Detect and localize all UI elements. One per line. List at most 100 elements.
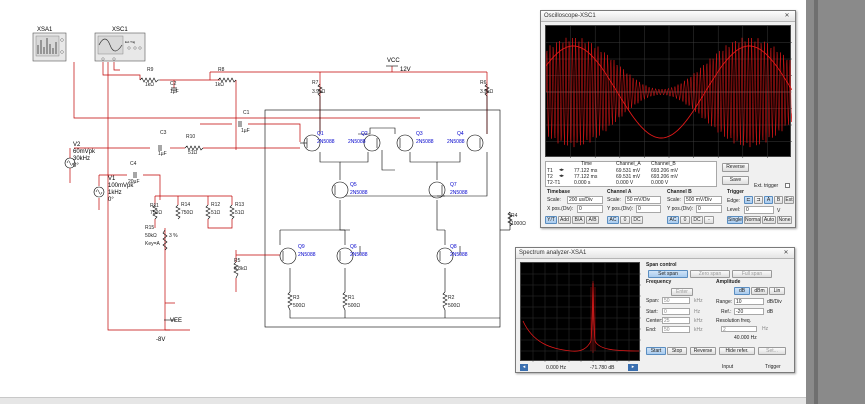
channel-b-dc-button[interactable]: DC — [691, 216, 703, 224]
close-icon[interactable]: ✕ — [779, 249, 793, 258]
q9-model: 2N5088 — [298, 252, 316, 258]
end-field[interactable]: 50 — [662, 326, 690, 333]
vee-value: -8V — [156, 337, 165, 343]
status-bar — [0, 397, 806, 404]
r6-name: R6 — [480, 80, 487, 86]
range-field[interactable]: 10 — [734, 298, 764, 305]
oscilloscope-window[interactable]: Oscilloscope-XSC1 ✕ Time Channel_A Chann… — [540, 10, 796, 228]
readout-header-b: Channel_B — [651, 161, 676, 167]
set-span-button[interactable]: Set span — [648, 270, 688, 278]
multisim-workspace: XSA1 Ext Trig XSC1 VCC 12V VEE -8V V2 60… — [0, 0, 865, 404]
q4-model: 2N5088 — [447, 139, 465, 145]
r13-name: R13 — [235, 202, 245, 208]
xpos-field[interactable]: 0 — [577, 205, 603, 213]
span-field[interactable]: 50 — [662, 297, 690, 304]
channel-b-scale-field[interactable]: 500 mV/Div — [684, 196, 722, 204]
trigger-label: Trigger — [765, 364, 781, 370]
center-field[interactable]: 25 — [662, 317, 690, 324]
q9-name: Q9 — [298, 244, 305, 250]
trigger-title: Trigger — [727, 189, 744, 195]
r15-percent: 3 % — [169, 233, 178, 239]
mode-add-button[interactable]: Add — [558, 216, 571, 224]
channel-b-ypos-field[interactable]: 0 — [696, 205, 722, 213]
channel-b-ypos-label: Y pos.(Div): — [667, 206, 694, 212]
channel-b-ac-button[interactable]: AC — [667, 216, 679, 224]
marker-arrow-icon[interactable]: ◂ — [520, 364, 528, 371]
amp-lin-button[interactable]: Lin — [769, 287, 785, 295]
q7-name: Q7 — [450, 182, 457, 188]
oscilloscope-instrument-icon[interactable]: Ext Trig — [94, 32, 146, 62]
channel-a-scale-field[interactable]: 50 mV/Div — [625, 196, 661, 204]
mode-ab-button[interactable]: A/B — [586, 216, 599, 224]
zero-span-button[interactable]: Zero span — [690, 270, 730, 278]
mode-yt-button[interactable]: Y/T — [545, 216, 557, 224]
close-icon[interactable]: ✕ — [780, 12, 794, 21]
channel-a-ac-button[interactable]: AC — [607, 216, 619, 224]
trigger-a-button[interactable]: A — [764, 196, 773, 204]
channel-a-zero-button[interactable]: 0 — [620, 216, 630, 224]
ext-trigger-icon[interactable] — [785, 183, 790, 188]
amp-dbm-button[interactable]: dBm — [751, 287, 768, 295]
q4-name: Q4 — [457, 131, 464, 137]
channel-b-invert-button[interactable]: - — [704, 216, 714, 224]
readout-header-time: Time — [581, 161, 592, 167]
mode-ba-button[interactable]: B/A — [572, 216, 585, 224]
r12-name: R12 — [211, 202, 221, 208]
r9-name: R9 — [147, 67, 154, 73]
trigger-normal-button[interactable]: Normal — [744, 216, 761, 224]
c1-value: 1µF — [241, 128, 250, 134]
v2-amplitude: 60mVpk — [73, 149, 96, 155]
source-v1[interactable] — [93, 186, 105, 198]
channel-b-title: Channel B — [667, 189, 692, 195]
spectrum-titlebar[interactable]: Spectrum analyzer-XSA1 ✕ — [516, 248, 794, 259]
reverse-button[interactable]: Reverse — [722, 163, 749, 172]
range-unit: dB/Div — [767, 299, 782, 305]
trigger-single-button[interactable]: Single — [727, 216, 743, 224]
ext-trigger-label: Ext. trigger — [754, 183, 779, 189]
marker-right-arrow-icon[interactable]: ▸ — [628, 364, 638, 371]
range-label: Range: — [716, 299, 733, 305]
hide-refer-button[interactable]: Hide refer. — [719, 347, 755, 355]
trigger-none-button[interactable]: None — [777, 216, 792, 224]
amplitude-title: Amplitude — [716, 279, 741, 285]
trigger-level-field[interactable]: 0 — [744, 206, 774, 214]
span-unit: kHz — [694, 298, 703, 304]
channel-a-ypos-field[interactable]: 0 — [636, 205, 661, 213]
enter-button[interactable]: Enter — [671, 288, 693, 296]
spectrum-reverse-button[interactable]: Reverse — [690, 347, 716, 355]
right-side-panel — [806, 0, 865, 404]
trigger-b-button[interactable]: B — [774, 196, 783, 204]
q5-name: Q5 — [350, 182, 357, 188]
trigger-auto-button[interactable]: Auto — [762, 216, 776, 224]
ref-field[interactable]: -20 — [734, 308, 764, 315]
start-button[interactable]: Start — [646, 347, 666, 355]
span-label: Span: — [646, 298, 660, 304]
stop-button[interactable]: Stop — [667, 347, 687, 355]
vcc-value: 12V — [400, 67, 411, 73]
resolution-small-field[interactable]: 2 — [721, 326, 757, 332]
start-field[interactable]: 0 — [662, 308, 690, 315]
channel-b-zero-button[interactable]: 0 — [680, 216, 690, 224]
spectrum-analyzer-window[interactable]: Spectrum analyzer-XSA1 ✕ ◂ 0.000 Hz -71.… — [515, 247, 795, 373]
full-span-button[interactable]: Full span — [732, 270, 772, 278]
t2-arrows-icon[interactable]: ◂▸ — [559, 173, 564, 179]
spectrum-analyzer-instrument-icon[interactable] — [32, 32, 67, 62]
rising-edge-icon[interactable]: ⊏ — [744, 196, 753, 204]
readout-diff-time: 0.000 s — [574, 180, 591, 186]
r4-value: 1000Ω — [511, 221, 526, 227]
r5-value: 6.8kΩ — [234, 266, 248, 272]
capacitor-symbols — [133, 87, 242, 178]
timebase-scale-field[interactable]: 200 us/Div — [567, 196, 603, 204]
falling-edge-icon[interactable]: ⊐ — [754, 196, 763, 204]
channel-b-scale-label: Scale: — [667, 197, 681, 203]
r8-value: 1kΩ — [215, 82, 225, 88]
c4-value: 20µF — [128, 179, 140, 185]
q1-model: 2N5088 — [317, 139, 335, 145]
trigger-ext-button[interactable]: Ext — [784, 196, 794, 204]
save-button[interactable]: Save — [722, 176, 749, 185]
oscilloscope-titlebar[interactable]: Oscilloscope-XSC1 ✕ — [541, 11, 795, 22]
amp-db-button[interactable]: dB — [734, 287, 750, 295]
set-button[interactable]: Set... — [758, 347, 786, 355]
channel-a-dc-button[interactable]: DC — [631, 216, 643, 224]
timebase-scale-label: Scale: — [547, 197, 561, 203]
